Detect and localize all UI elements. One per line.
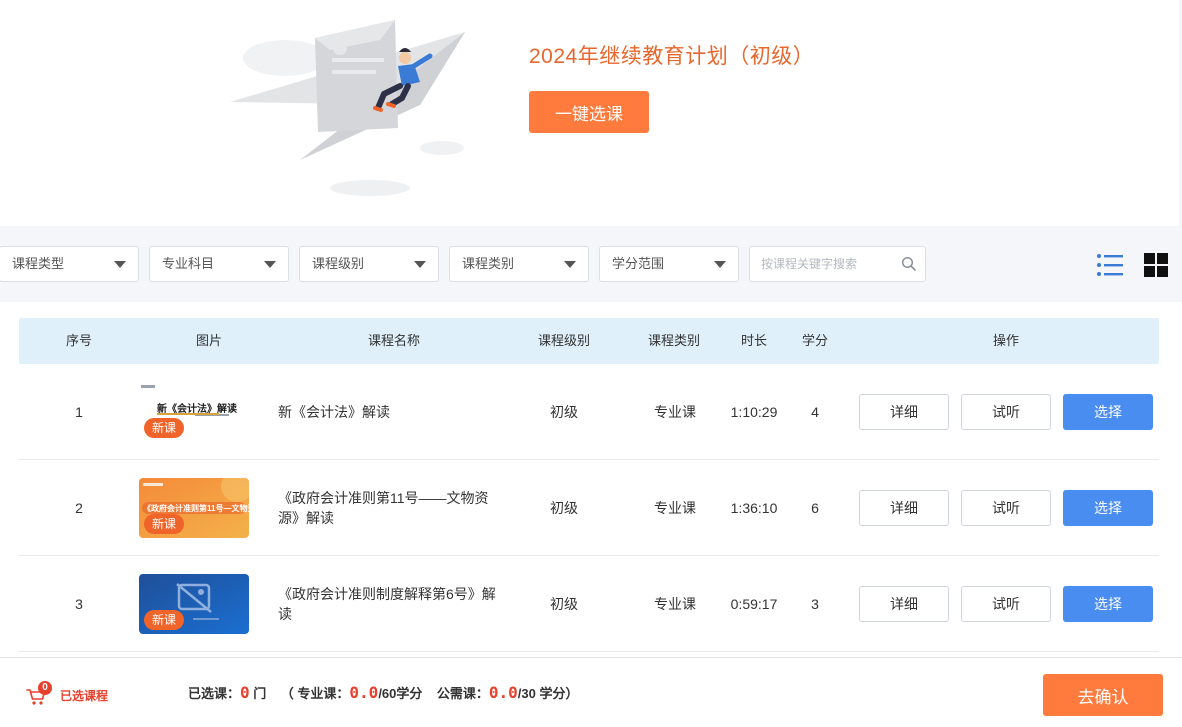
new-course-badge: 新课 (144, 418, 185, 438)
chevron-down-icon (414, 261, 426, 268)
grid-view-icon[interactable] (1144, 253, 1168, 277)
preview-button[interactable]: 试听 (961, 394, 1051, 430)
selected-unit: 门 (253, 686, 267, 701)
filter-course-level[interactable]: 课程级别 (299, 246, 439, 282)
select-button[interactable]: 选择 (1063, 586, 1153, 622)
selected-courses-link[interactable]: 已选课程 (60, 687, 108, 704)
selection-footer: 0 已选课程 已选课：0 门 （ 专业课：0.0/60学分 公需课：0.0/30… (0, 657, 1182, 727)
table-row: 1 新《会计法》解读 新课 新《会计法》解读 初级 专业课 1:10:29 4 … (19, 364, 1159, 460)
course-table: 序号 图片 课程名称 课程级别 课程类别 时长 学分 操作 1 新《会计法》解读… (0, 302, 1182, 657)
thumbnail-underline (157, 413, 219, 415)
open-paren: （ (280, 686, 294, 701)
header-duration: 时长 (740, 333, 767, 348)
selected-count: 0 (240, 683, 250, 702)
public-credit-total: /30 (517, 686, 536, 701)
course-category: 专业课 (654, 500, 696, 516)
filter-course-type[interactable]: 课程类型 (0, 246, 139, 282)
select-button[interactable]: 选择 (1063, 490, 1153, 526)
course-level: 初级 (550, 500, 578, 516)
select-button[interactable]: 选择 (1063, 394, 1153, 430)
detail-button[interactable]: 详细 (859, 394, 949, 430)
chevron-down-icon (264, 261, 276, 268)
filter-course-category[interactable]: 课程类别 (449, 246, 589, 282)
header-actions: 操作 (992, 333, 1019, 348)
header-credit: 学分 (801, 333, 828, 348)
filter-course-type-label: 课程类型 (12, 256, 65, 271)
filter-course-level-label: 课程级别 (312, 256, 365, 271)
course-level: 初级 (550, 404, 578, 420)
course-selection-page: 2024年继续教育计划（初级） 一键选课 课程类型 专业科目 课程级别 课程类别… (0, 0, 1182, 727)
filter-bar: 课程类型 专业科目 课程级别 课程类别 学分范围 (0, 246, 1182, 282)
filter-course-category-label: 课程类别 (462, 256, 515, 271)
course-thumbnail[interactable]: 新《会计法》解读 新课 (139, 382, 249, 442)
paper-plane-illustration (230, 20, 465, 196)
course-thumbnail[interactable]: 新课 (139, 574, 249, 634)
row-index: 3 (75, 596, 83, 612)
filter-credit-range-label: 学分范围 (612, 256, 665, 271)
public-credit-label: 公需课： (436, 686, 489, 701)
major-credit-label: 专业课： (297, 686, 350, 701)
course-thumbnail[interactable]: 《政府会计准则第11号—文物资源》 新课 (139, 478, 249, 538)
filter-credit-range[interactable]: 学分范围 (599, 246, 739, 282)
chevron-down-icon (114, 261, 126, 268)
public-credit-unit: 学分） (539, 686, 579, 701)
list-view-icon[interactable] (1096, 252, 1124, 278)
cart-count-badge: 0 (38, 681, 52, 695)
table-row: 3 新课 《政府会计准则制度解释第6号》解读 初级 专业课 0:59:17 3 … (19, 556, 1159, 652)
header-name: 课程名称 (367, 333, 420, 348)
go-confirm-button[interactable]: 去确认 (1043, 674, 1163, 716)
row-index: 2 (75, 500, 83, 516)
course-duration: 1:36:10 (730, 500, 778, 516)
table-row: 2 《政府会计准则第11号—文物资源》 新课 《 (19, 460, 1159, 556)
header-level: 课程级别 (537, 333, 590, 348)
course-category: 专业课 (654, 404, 696, 420)
hero-banner: 2024年继续教育计划（初级） 一键选课 (0, 0, 1179, 226)
preview-button[interactable]: 试听 (961, 490, 1051, 526)
plan-title: 2024年继续教育计划（初级） (529, 45, 815, 68)
new-course-badge: 新课 (144, 610, 185, 630)
course-name: 《政府会计准则第11号——文物资源》解读 (278, 490, 489, 526)
major-credit-total: /60学分 (378, 686, 423, 701)
filter-major-subject-label: 专业科目 (162, 256, 215, 271)
course-credit: 6 (811, 500, 819, 516)
table-header: 序号 图片 课程名称 课程级别 课程类别 时长 学分 操作 (19, 318, 1159, 364)
course-category: 专业课 (654, 596, 696, 612)
row-index: 1 (75, 404, 83, 420)
selected-label: 已选课： (188, 686, 241, 701)
detail-button[interactable]: 详细 (859, 490, 949, 526)
header-image: 图片 (195, 333, 222, 348)
thumbnail-title: 《政府会计准则第11号—文物资源》 (143, 504, 249, 513)
search-input[interactable] (750, 247, 900, 281)
course-name: 《政府会计准则制度解释第6号》解读 (278, 586, 496, 622)
one-click-select-button[interactable]: 一键选课 (529, 91, 649, 133)
chevron-down-icon (564, 261, 576, 268)
selection-summary: 已选课：0 门 （ 专业课：0.0/60学分 公需课：0.0/30 学分） (188, 683, 578, 702)
chevron-down-icon (714, 261, 726, 268)
course-duration: 0:59:17 (730, 596, 778, 612)
course-credit: 3 (811, 596, 819, 612)
header-category: 课程类别 (647, 333, 700, 348)
search-box (749, 246, 926, 282)
course-name: 新《会计法》解读 (278, 404, 390, 420)
new-course-badge: 新课 (144, 514, 185, 534)
search-icon[interactable] (901, 256, 917, 272)
course-duration: 1:10:29 (730, 404, 778, 420)
major-credit-value: 0.0 (349, 683, 379, 702)
header-index: 序号 (65, 333, 92, 348)
course-level: 初级 (550, 596, 578, 612)
filter-major-subject[interactable]: 专业科目 (149, 246, 289, 282)
preview-button[interactable]: 试听 (961, 586, 1051, 622)
public-credit-value: 0.0 (488, 683, 518, 702)
course-credit: 4 (811, 404, 819, 420)
detail-button[interactable]: 详细 (859, 586, 949, 622)
